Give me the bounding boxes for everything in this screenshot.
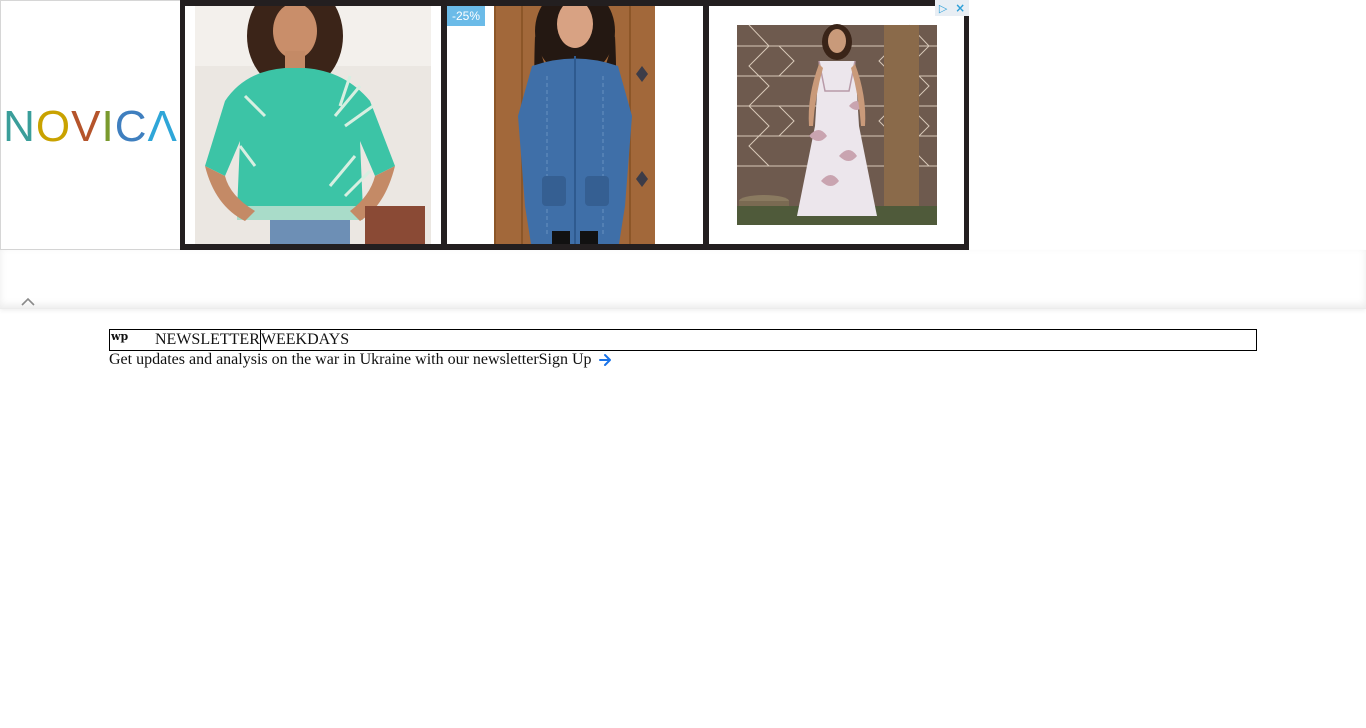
- newsletter-header: wp NEWSLETTER WEEKDAYS: [109, 329, 1257, 351]
- newsletter-frequency: WEEKDAYS: [260, 331, 350, 348]
- signup-link[interactable]: Sign Up: [539, 350, 612, 370]
- product-image-white-dress: [737, 24, 937, 225]
- ad-choices-badge[interactable]: ▷ ×: [935, 0, 969, 16]
- discount-badge: -25%: [447, 6, 486, 26]
- arrow-right-icon: [598, 354, 611, 366]
- product-card-blue-tunic[interactable]: -25%: [447, 6, 703, 244]
- product-card-teal-blouse[interactable]: [185, 6, 441, 244]
- logo-letter: Λ: [147, 102, 178, 151]
- ad-product-strip: -25%: [180, 0, 969, 250]
- signup-label: Sign Up: [538, 351, 592, 368]
- ad-collapse-bar: [0, 250, 1366, 309]
- close-icon[interactable]: ×: [955, 2, 965, 14]
- product-card-white-dress[interactable]: [709, 6, 964, 244]
- logo-letter: C: [114, 102, 148, 151]
- newsletter-label: NEWSLETTER: [155, 331, 260, 348]
- collapse-ad-button[interactable]: [20, 294, 36, 306]
- logo-letter: O: [35, 102, 72, 151]
- newsletter-promo: wp NEWSLETTER WEEKDAYS Get updates and a…: [109, 329, 1257, 370]
- logo-letter: I: [101, 102, 115, 151]
- logo-letter: N: [3, 102, 36, 151]
- logo-letter: V: [71, 102, 102, 151]
- ad-banner[interactable]: NOVICΛ -25% ▷ ×: [0, 0, 969, 250]
- product-image-blue-tunic: [494, 6, 655, 244]
- wp-logo: wp: [111, 330, 129, 343]
- ad-brand-panel[interactable]: NOVICΛ: [0, 0, 181, 250]
- novica-logo: NOVICΛ: [3, 105, 178, 149]
- newsletter-description: Get updates and analysis on the war in U…: [109, 351, 539, 368]
- chevron-up-icon: [21, 297, 35, 306]
- ad-choices-icon[interactable]: ▷: [939, 3, 947, 14]
- newsletter-body: Get updates and analysis on the war in U…: [109, 350, 1257, 370]
- product-image-teal-blouse: [195, 6, 431, 244]
